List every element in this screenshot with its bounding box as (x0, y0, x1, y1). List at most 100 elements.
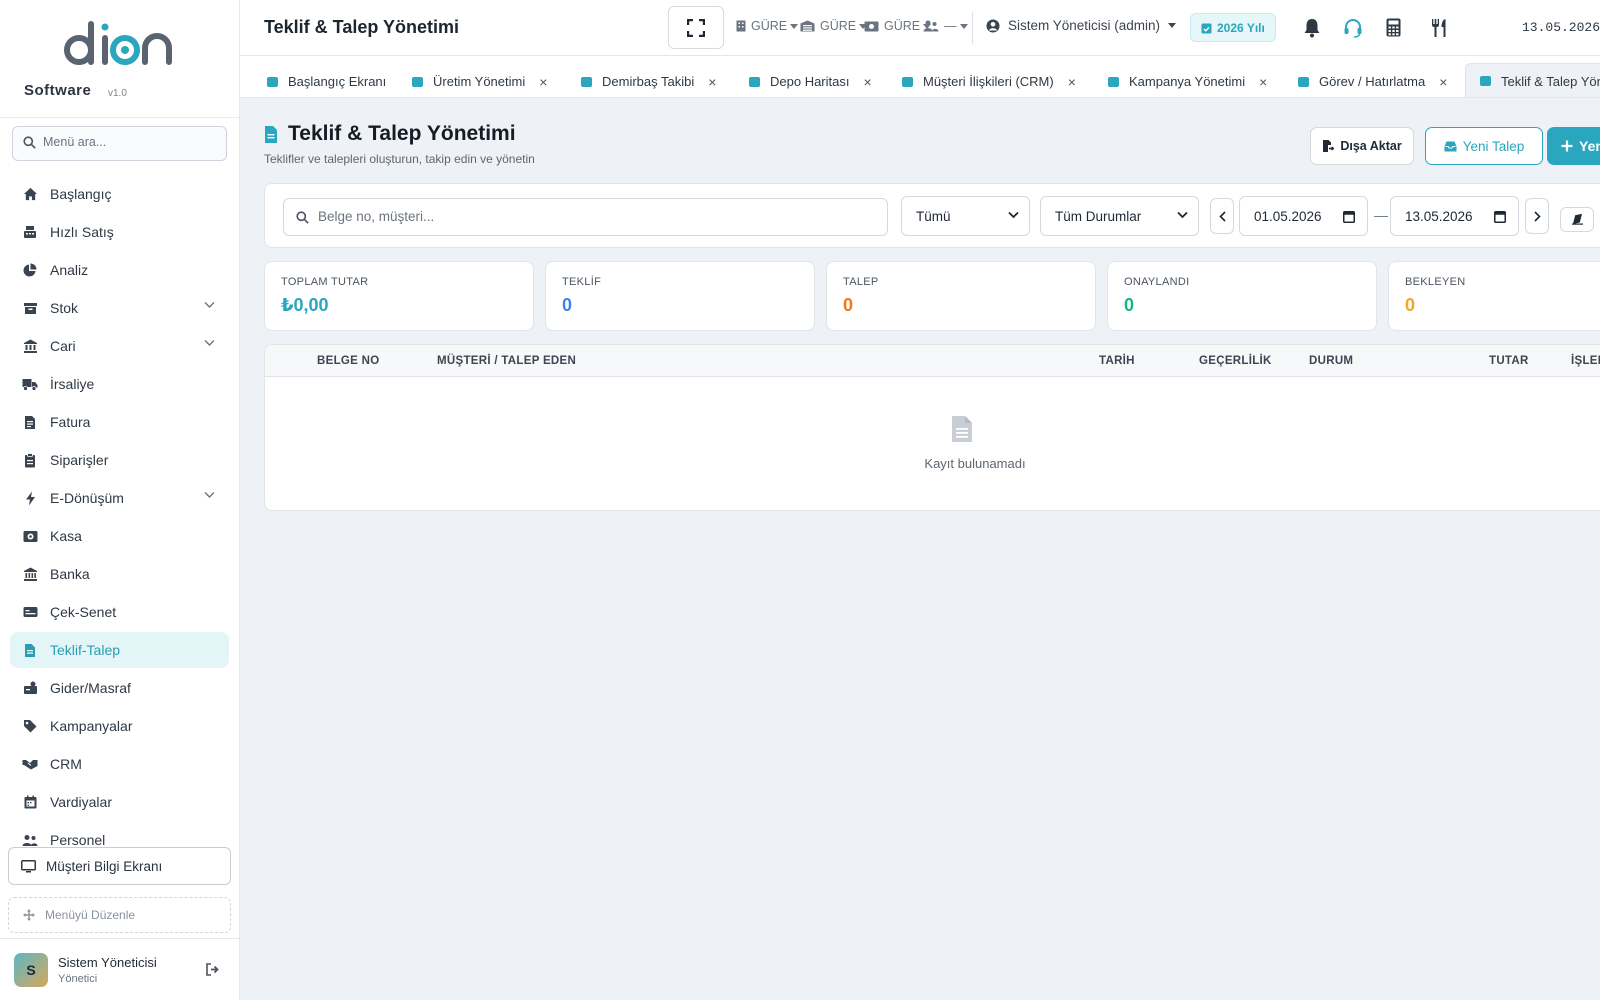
column-header-belge-no[interactable]: BELGE NO (317, 355, 379, 367)
tab-depo-haritasi[interactable]: Depo Haritası × (749, 65, 872, 97)
stat-value: 0 (1124, 295, 1135, 315)
fullscreen-button[interactable] (668, 6, 724, 49)
column-header-gecerlilik[interactable]: GEÇERLİLİK (1199, 355, 1272, 367)
stat-value: 0 (562, 295, 573, 315)
user-menu[interactable]: Sistem Yöneticisi (admin) (986, 18, 1177, 33)
status-select[interactable]: Tüm Durumlar (1040, 196, 1199, 236)
stat-card-teklif: TEKLİF 0 (545, 261, 815, 331)
tab-label: Demirbaş Takibi (602, 74, 695, 89)
status-select-value: Tüm Durumlar (1055, 208, 1142, 224)
tab-demirbas-takibi[interactable]: Demirbaş Takibi × (581, 65, 716, 97)
prev-period-button[interactable] (1210, 198, 1234, 234)
page-subtitle: Teklifler ve talepleri oluşturun, takip … (264, 152, 535, 166)
menu-search-input[interactable] (43, 135, 213, 149)
avatar[interactable]: S (14, 953, 48, 987)
tab-musteri-iliskileri[interactable]: Müşteri İlişkileri (CRM) × (902, 65, 1076, 97)
year-badge[interactable]: 2026 Yılı (1190, 13, 1276, 42)
sidebar-item-irsaliye[interactable]: İrsaliye (10, 366, 229, 402)
sidebar-item-kasa[interactable]: Kasa (10, 518, 229, 554)
sidebar-item-crm[interactable]: CRM (10, 746, 229, 782)
window-icon (412, 76, 423, 87)
sidebar-item-personel[interactable]: Personel (10, 822, 229, 846)
close-icon[interactable]: × (1068, 74, 1076, 90)
chevron-down-icon[interactable] (204, 491, 215, 499)
sidebar-item-vardiyalar[interactable]: Vardiyalar (10, 784, 229, 820)
export-label: Dışa Aktar (1340, 139, 1402, 153)
safe-icon (22, 528, 38, 544)
branch-select[interactable]: GÜRE (736, 19, 799, 33)
user-card: S Sistem Yöneticisi Yönetici (0, 938, 239, 1000)
sidebar-item-analiz[interactable]: Analiz (10, 252, 229, 288)
sidebar-item-hizli-satis[interactable]: Hızlı Satış (10, 214, 229, 250)
close-icon[interactable]: × (708, 74, 716, 90)
document-search-input[interactable] (318, 209, 858, 224)
column-header-tarih[interactable]: TARİH (1099, 355, 1135, 367)
sidebar-item-fatura[interactable]: Fatura (10, 404, 229, 440)
type-select[interactable]: Tümü (901, 196, 1030, 236)
close-icon[interactable]: × (539, 74, 547, 90)
sidebar-item-banka[interactable]: Banka (10, 556, 229, 592)
sidebar-item-label: Stok (50, 300, 79, 316)
menu-search[interactable] (12, 126, 227, 161)
chevron-down-icon[interactable] (204, 301, 215, 309)
window-icon (1298, 76, 1309, 87)
column-header-tutar[interactable]: TUTAR (1489, 355, 1529, 367)
date-from-field[interactable]: 01.05.2026 (1239, 196, 1368, 236)
logout-icon[interactable] (206, 963, 220, 976)
stat-card-total: TOPLAM TUTAR ₺0,00 (264, 261, 534, 331)
sidebar-item-e-donusum[interactable]: E-Dönüşüm (10, 480, 229, 516)
sidebar-item-cek-senet[interactable]: Çek-Senet (10, 594, 229, 630)
tab-uretim-yonetimi[interactable]: Üretim Yönetimi × (412, 65, 547, 97)
clear-filters-button[interactable] (1560, 207, 1594, 232)
tab-baslangic-ekrani[interactable]: Başlangıç Ekranı (267, 65, 386, 97)
date-to-field[interactable]: 13.05.2026 (1390, 196, 1519, 236)
customer-screen-button[interactable]: Müşteri Bilgi Ekranı (8, 847, 231, 885)
headset-icon[interactable] (1343, 18, 1363, 38)
sidebar-item-teklif-talep[interactable]: Teklif-Talep (10, 632, 229, 668)
close-icon[interactable]: × (863, 74, 871, 90)
calendar-icon[interactable] (1343, 210, 1355, 223)
next-period-button[interactable] (1525, 198, 1549, 234)
bell-icon[interactable] (1303, 18, 1321, 38)
document-search[interactable] (283, 198, 888, 236)
edit-menu-button[interactable]: Menüyü Düzenle (8, 897, 231, 933)
new-request-button[interactable]: Yeni Talep (1425, 127, 1543, 165)
new-quote-button[interactable]: Yeni (1547, 127, 1600, 165)
warehouse-icon (800, 20, 815, 32)
utensils-icon[interactable] (1430, 18, 1448, 38)
sidebar-item-stok[interactable]: Stok (10, 290, 229, 326)
column-header-durum[interactable]: DURUM (1309, 355, 1353, 367)
close-icon[interactable]: × (1259, 74, 1267, 90)
truck-icon (22, 376, 38, 392)
caret-down-icon (959, 23, 968, 29)
sidebar-item-label: Vardiyalar (50, 794, 112, 810)
plus-icon (1561, 140, 1573, 152)
tab-teklif-talep-yonetimi[interactable]: Teklif & Talep Yönetimi (1465, 63, 1600, 97)
chevron-left-icon (1218, 210, 1226, 222)
tab-label: Depo Haritası (770, 74, 850, 89)
caret-down-icon (790, 23, 799, 29)
sidebar-item-gider-masraf[interactable]: Gider/Masraf (10, 670, 229, 706)
calculator-icon[interactable] (1386, 18, 1401, 37)
sidebar-item-baslangic[interactable]: Başlangıç (10, 176, 229, 212)
staff-select[interactable]: — (923, 19, 968, 33)
close-icon[interactable]: × (1439, 74, 1447, 90)
warehouse-select[interactable]: GÜRE (800, 19, 868, 33)
chevron-down-icon[interactable] (204, 339, 215, 347)
calendar-icon[interactable] (1494, 210, 1506, 223)
register-label: GÜRE (884, 19, 921, 33)
column-header-musteri[interactable]: MÜŞTERİ / TALEP EDEN (437, 355, 576, 367)
inbox-icon (1444, 141, 1457, 152)
sidebar-item-label: Çek-Senet (50, 604, 117, 620)
sidebar-item-siparisler[interactable]: Siparişler (10, 442, 229, 478)
user-group-icon (923, 20, 939, 32)
user-name: Sistem Yöneticisi (58, 955, 157, 970)
tab-gorev-hatirlatma[interactable]: Görev / Hatırlatma × (1298, 65, 1447, 97)
tab-kampanya-yonetimi[interactable]: Kampanya Yönetimi × (1108, 65, 1267, 97)
sidebar-item-cari[interactable]: Cari (10, 328, 229, 364)
building-icon (736, 20, 746, 32)
tab-label: Kampanya Yönetimi (1129, 74, 1246, 89)
export-button[interactable]: Dışa Aktar (1310, 127, 1414, 165)
register-select[interactable]: GÜRE (864, 19, 932, 33)
sidebar-item-kampanyalar[interactable]: Kampanyalar (10, 708, 229, 744)
